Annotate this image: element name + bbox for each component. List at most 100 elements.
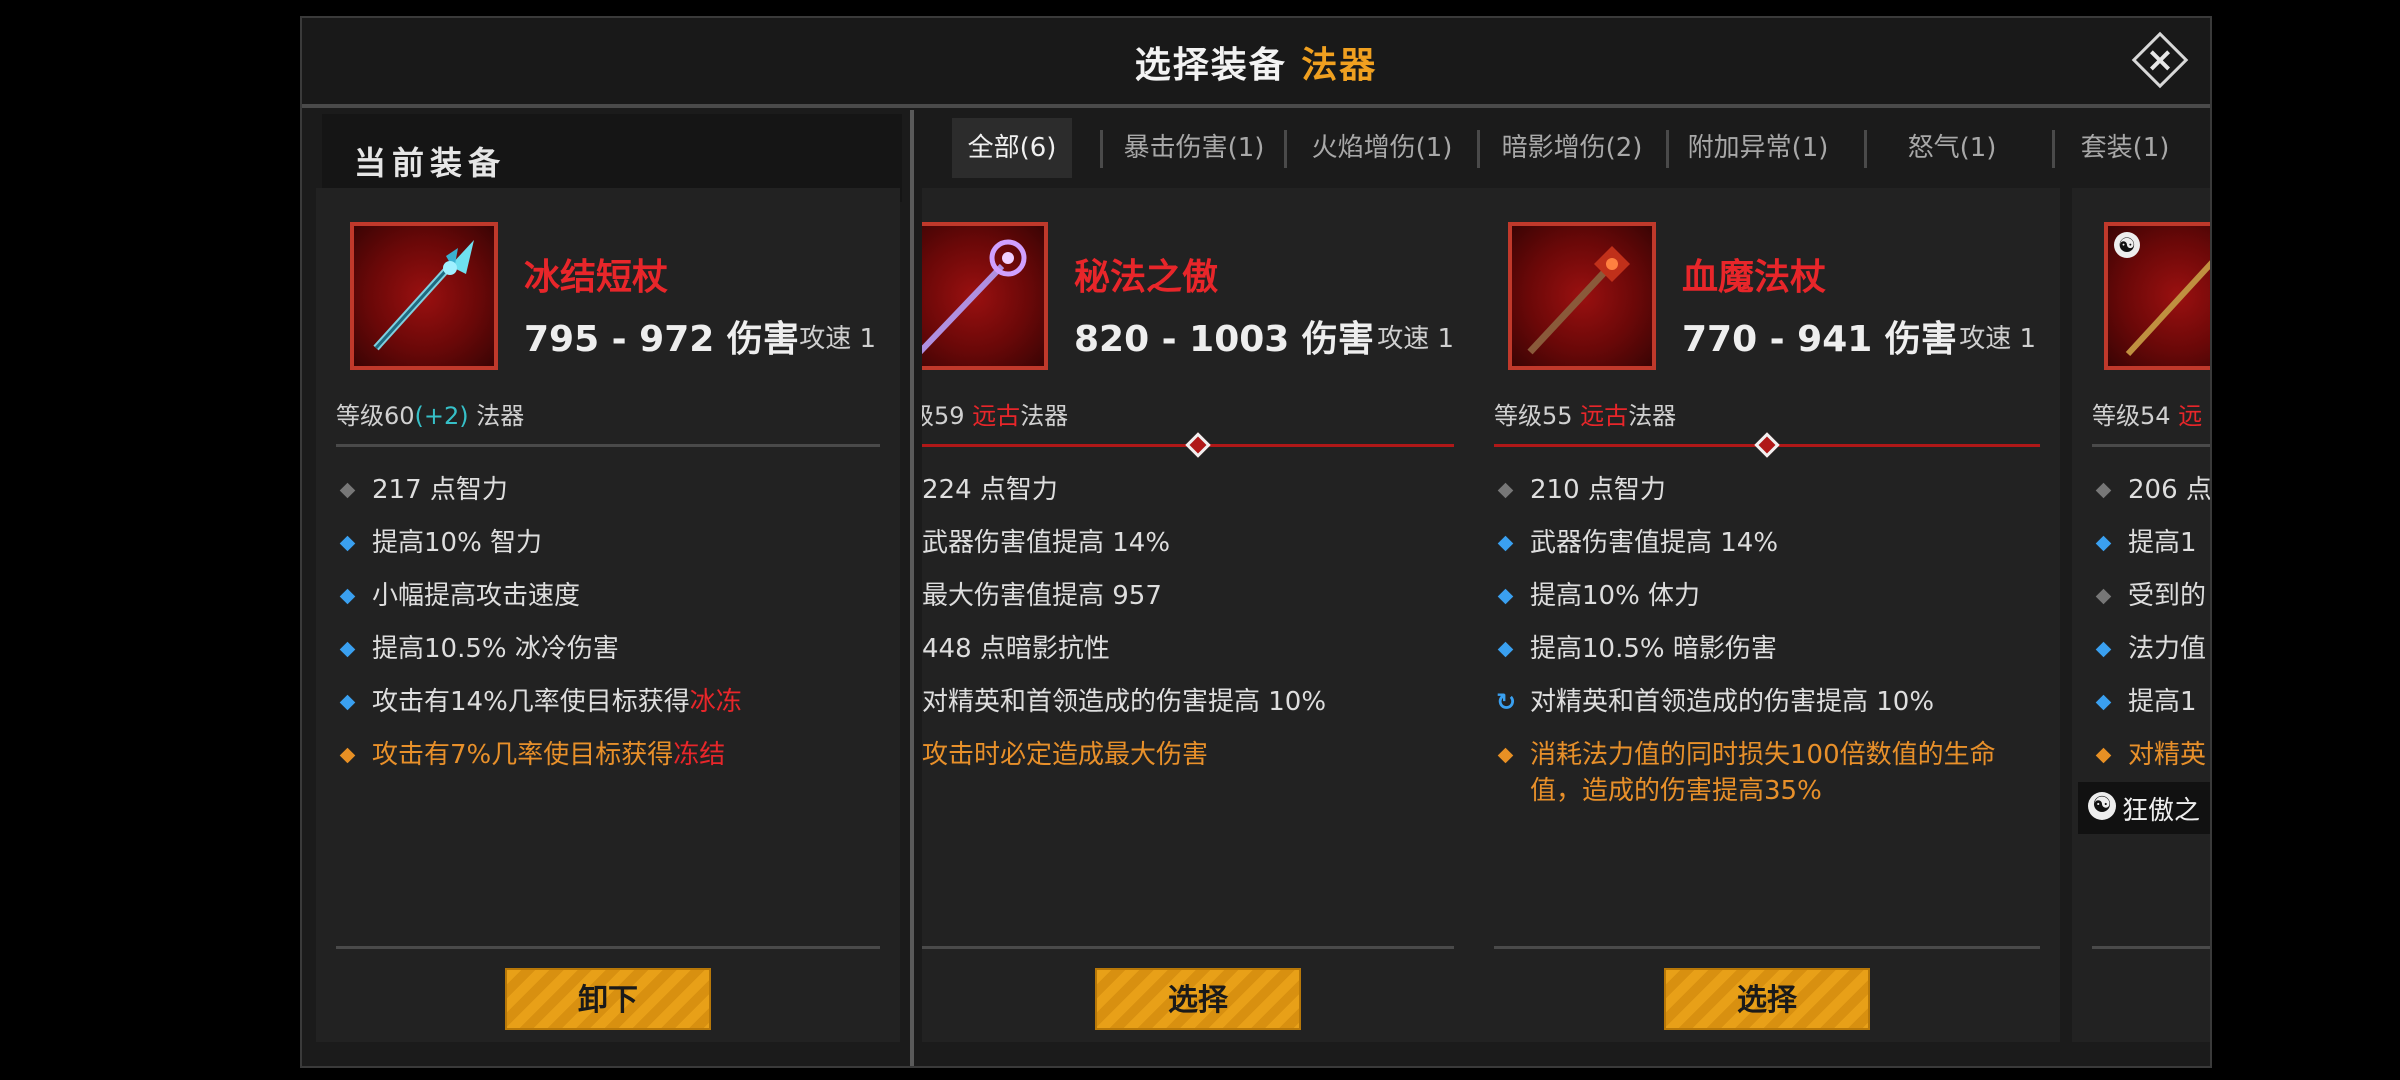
legendary-affix-row: 对精英	[2092, 737, 2210, 773]
item-icon-frame: ☯	[2104, 222, 2210, 370]
affix-bullet-icon	[2095, 588, 2112, 605]
affix-bullet-icon	[1497, 535, 1514, 552]
tab-status-effect[interactable]: 附加异常(1)	[1670, 118, 1846, 178]
item-icon-frame	[350, 222, 498, 370]
affix-bullet-icon	[339, 747, 356, 764]
affix-bullet-icon	[339, 482, 356, 499]
item-attack-speed: 攻速 1	[799, 324, 876, 354]
item-card[interactable]: 血魔法杖 770 - 941 伤害 攻速 1 等级55 远古法器 210 点智力…	[1474, 188, 2060, 1042]
affix-text: 提高1	[2128, 528, 2197, 558]
tab-fire-damage[interactable]: 火焰增伤(1)	[1292, 118, 1472, 178]
item-damage: 770 - 941 伤害	[1682, 319, 1957, 360]
dialog-title: 选择装备 法器	[302, 36, 2210, 88]
affix-row: 提高10.5% 暗影伤害	[1494, 631, 2044, 667]
affix-row: 210 点智力	[1494, 472, 2044, 508]
affix-row: 提高1	[2092, 525, 2210, 561]
affix-bullet-icon	[2095, 694, 2112, 711]
level-text: 等级59	[922, 402, 965, 430]
affix-list: 210 点智力 武器伤害值提高 14% 提高10% 体力 提高10.5% 暗影伤…	[1494, 472, 2044, 826]
affix-text: 对精英和首领造成的伤害提高 10%	[1530, 687, 1935, 717]
affix-bullet-icon	[1497, 641, 1514, 658]
tab-all[interactable]: 全部(6)	[952, 118, 1072, 178]
unequip-button[interactable]: 卸下	[505, 968, 711, 1030]
affix-row: 提高1	[2092, 684, 2210, 720]
item-card[interactable]: ☯ 等级54 远 206 点 提高1 受到的 法力值 提高1 对精英 ☯ 狂傲之	[2072, 188, 2212, 1042]
item-level: 等级55 远古法器	[1494, 396, 1676, 431]
item-damage: 795 - 972 伤害	[524, 319, 799, 360]
item-attack-speed: 攻速 1	[1377, 324, 1454, 354]
affix-row: 法力值	[2092, 631, 2210, 667]
card-bottom-divider	[1494, 946, 2040, 949]
item-name: 秘法之傲	[1074, 257, 1219, 298]
rarity-diamond-icon	[1754, 432, 1780, 458]
set-name: 狂傲之	[2122, 796, 2201, 826]
card-divider	[336, 444, 880, 447]
affix-row: 448 点暗影抗性	[922, 631, 1458, 667]
legendary-affix-row: 攻击时必定造成最大伤害	[922, 737, 1458, 773]
affix-text: 448 点暗影抗性	[922, 634, 1110, 664]
select-button[interactable]: 选择	[1664, 968, 1870, 1030]
item-type: 法器	[1020, 402, 1069, 430]
item-level: 等级60(+2) 法器	[336, 396, 524, 431]
ancient-tag: 远古	[972, 402, 1021, 430]
affix-row: 206 点	[2092, 472, 2212, 508]
affix-text: 最大伤害值提高 957	[922, 581, 1162, 611]
item-type: 法器	[1628, 402, 1677, 430]
filter-tabs: 全部(6) 暴击伤害(1) 火焰增伤(1) 暗影增伤(2) 附加异常(1) 怒气…	[922, 118, 2210, 178]
affix-row: 武器伤害值提高 14%	[1494, 525, 2044, 561]
tab-shadow-damage[interactable]: 暗影增伤(2)	[1482, 118, 1662, 178]
ancient-tag: 远古	[1580, 402, 1629, 430]
yin-yang-icon: ☯	[2088, 792, 2116, 820]
affix-text: 消耗法力值的同时损失100倍数值的生命值，造成的伤害提高35%	[1530, 740, 1996, 806]
tab-rage[interactable]: 怒气(1)	[1872, 118, 2032, 178]
ice-scepter-icon	[373, 240, 474, 351]
affix-bullet-icon	[1497, 588, 1514, 605]
tab-separator	[1284, 130, 1287, 168]
level-text: 等级60	[336, 402, 415, 430]
blood-demon-staff-icon	[1527, 246, 1630, 355]
affix-row: 小幅提高攻击速度	[336, 578, 884, 614]
item-damage: 820 - 1003 伤害	[1074, 319, 1374, 360]
item-type: 法器	[476, 402, 525, 430]
affix-text: 对精英和首领造成的伤害提高 10%	[922, 687, 1327, 717]
level-bonus: (+2)	[414, 402, 469, 430]
affix-row: 武器伤害值提高 14%	[922, 525, 1458, 561]
rarity-diamond-icon	[1185, 432, 1211, 458]
affix-text: 提高10% 智力	[372, 528, 543, 558]
affix-row: 提高10% 智力	[336, 525, 884, 561]
level-text: 等级54	[2092, 402, 2171, 430]
affix-text: 小幅提高攻击速度	[372, 581, 581, 611]
affix-row: 攻击有14%几率使目标获得冰冻	[336, 684, 884, 720]
tab-separator	[1864, 130, 1867, 168]
affix-row: 224 点智力	[922, 472, 1458, 508]
affix-text: 217 点智力	[372, 475, 508, 505]
affix-text: 法力值	[2128, 634, 2207, 664]
tab-crit-damage[interactable]: 暴击伤害(1)	[1108, 118, 1280, 178]
close-button[interactable]: ×	[2131, 31, 2189, 89]
affix-row: 提高10.5% 冰冷伤害	[336, 631, 884, 667]
tab-separator	[1100, 130, 1103, 168]
current-item-card: 冰结短杖 795 - 972 伤害 攻速 1 等级60(+2) 法器 217 点…	[316, 188, 900, 1042]
affix-list: 224 点智力 武器伤害值提高 14% 最大伤害值提高 957 448 点暗影抗…	[922, 472, 1458, 790]
affix-text: 提高10% 体力	[1530, 581, 1701, 611]
select-button[interactable]: 选择	[1095, 968, 1301, 1030]
affix-text: 206 点	[2128, 475, 2212, 505]
card-divider	[2092, 444, 2210, 447]
affix-text: 提高10.5% 暗影伤害	[1530, 634, 1777, 664]
arcane-staff-icon	[922, 239, 1027, 355]
affix-row: ↻ 对精英和首领造成的伤害提高 10%	[1494, 684, 2044, 720]
affix-bullet-icon	[1497, 747, 1514, 764]
affix-row: 受到的	[2092, 578, 2210, 614]
item-card[interactable]: 秘法之傲 820 - 1003 伤害 攻速 1 等级59 远古法器 224 点智…	[922, 188, 1474, 1042]
affix-bullet-icon	[339, 641, 356, 658]
affix-row: 217 点智力	[336, 472, 884, 508]
affix-text: 攻击有14%几率使目标获得	[372, 687, 690, 717]
affix-bullet-icon	[339, 694, 356, 711]
level-text: 等级55	[1494, 402, 1573, 430]
card-bottom-divider	[336, 946, 880, 949]
tab-separator	[1666, 130, 1669, 168]
legendary-affix-row: 消耗法力值的同时损失100倍数值的生命值，造成的伤害提高35%	[1494, 737, 2044, 809]
tab-set[interactable]: 套装(1)	[2060, 118, 2190, 178]
affix-text: 受到的	[2128, 581, 2207, 611]
tab-separator	[1477, 130, 1480, 168]
